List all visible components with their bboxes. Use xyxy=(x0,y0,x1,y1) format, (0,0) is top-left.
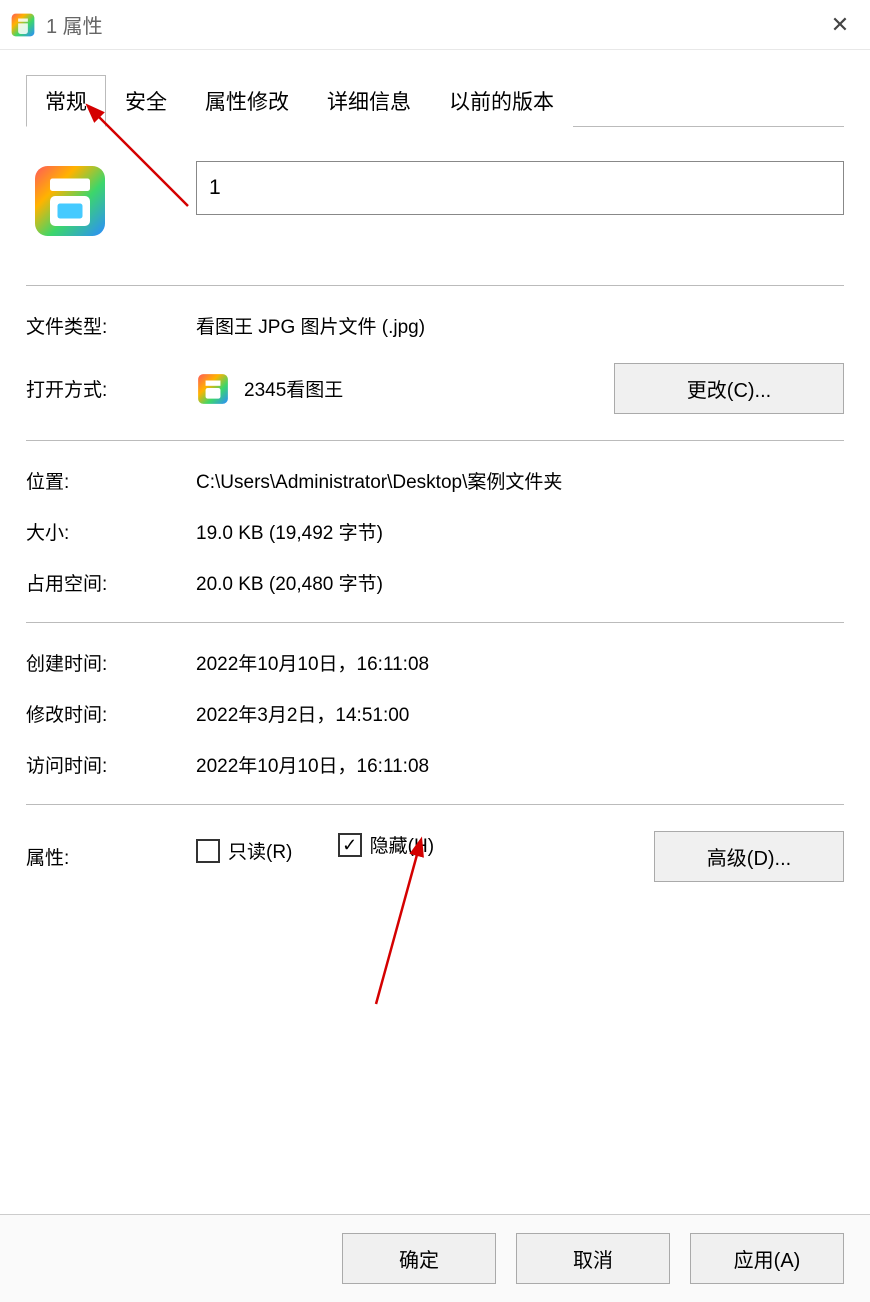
created-value: 2022年10月10日，16:11:08 xyxy=(196,649,844,676)
file-icon xyxy=(30,161,110,241)
advanced-button[interactable]: 高级(D)... xyxy=(654,831,844,882)
modified-value: 2022年3月2日，14:51:00 xyxy=(196,700,844,727)
tab-details[interactable]: 详细信息 xyxy=(308,75,430,127)
modified-label: 修改时间: xyxy=(26,700,196,727)
filename-input[interactable] xyxy=(196,161,844,215)
change-button[interactable]: 更改(C)... xyxy=(614,363,844,414)
tab-attrmod[interactable]: 属性修改 xyxy=(186,75,308,127)
hidden-label: 隐藏(H) xyxy=(370,831,434,858)
apply-button[interactable]: 应用(A) xyxy=(690,1233,844,1284)
readonly-checkbox[interactable]: 只读(R) xyxy=(196,837,292,864)
divider xyxy=(26,440,844,441)
size-label: 大小: xyxy=(26,518,196,545)
hidden-checkbox[interactable]: ✓ 隐藏(H) xyxy=(338,831,434,858)
sizedisk-label: 占用空间: xyxy=(26,569,196,596)
filetype-label: 文件类型: xyxy=(26,312,196,339)
titlebar: 1 属性 ✕ xyxy=(0,0,870,50)
app-icon-small xyxy=(196,372,230,406)
window-title: 1 属性 xyxy=(46,10,820,39)
readonly-label: 只读(R) xyxy=(228,837,292,864)
filetype-value: 看图王 JPG 图片文件 (.jpg) xyxy=(196,312,844,339)
location-value: C:\Users\Administrator\Desktop\案例文件夹 xyxy=(196,467,844,494)
tab-general[interactable]: 常规 xyxy=(26,75,106,127)
checkbox-icon: ✓ xyxy=(338,833,362,857)
sizedisk-value: 20.0 KB (20,480 字节) xyxy=(196,569,844,596)
accessed-value: 2022年10月10日，16:11:08 xyxy=(196,751,844,778)
accessed-label: 访问时间: xyxy=(26,751,196,778)
openwith-label: 打开方式: xyxy=(26,375,196,402)
close-icon[interactable]: ✕ xyxy=(820,12,860,38)
divider xyxy=(26,804,844,805)
app-icon xyxy=(10,12,36,38)
size-value: 19.0 KB (19,492 字节) xyxy=(196,518,844,545)
ok-button[interactable]: 确定 xyxy=(342,1233,496,1284)
location-label: 位置: xyxy=(26,467,196,494)
checkbox-icon xyxy=(196,839,220,863)
divider xyxy=(26,285,844,286)
cancel-button[interactable]: 取消 xyxy=(516,1233,670,1284)
attributes-label: 属性: xyxy=(26,843,196,870)
tab-security[interactable]: 安全 xyxy=(106,75,186,127)
tab-bar: 常规 安全 属性修改 详细信息 以前的版本 xyxy=(26,74,844,127)
dialog-footer: 确定 取消 应用(A) xyxy=(0,1214,870,1302)
dialog-body: 常规 安全 属性修改 详细信息 以前的版本 文件类型: 看图王 JPG 图片文件… xyxy=(0,50,870,894)
tab-previous[interactable]: 以前的版本 xyxy=(430,75,573,127)
divider xyxy=(26,622,844,623)
tab-content: 文件类型: 看图王 JPG 图片文件 (.jpg) 打开方式: 2345看图王 … xyxy=(26,127,844,894)
created-label: 创建时间: xyxy=(26,649,196,676)
openwith-value: 2345看图王 xyxy=(244,375,594,402)
